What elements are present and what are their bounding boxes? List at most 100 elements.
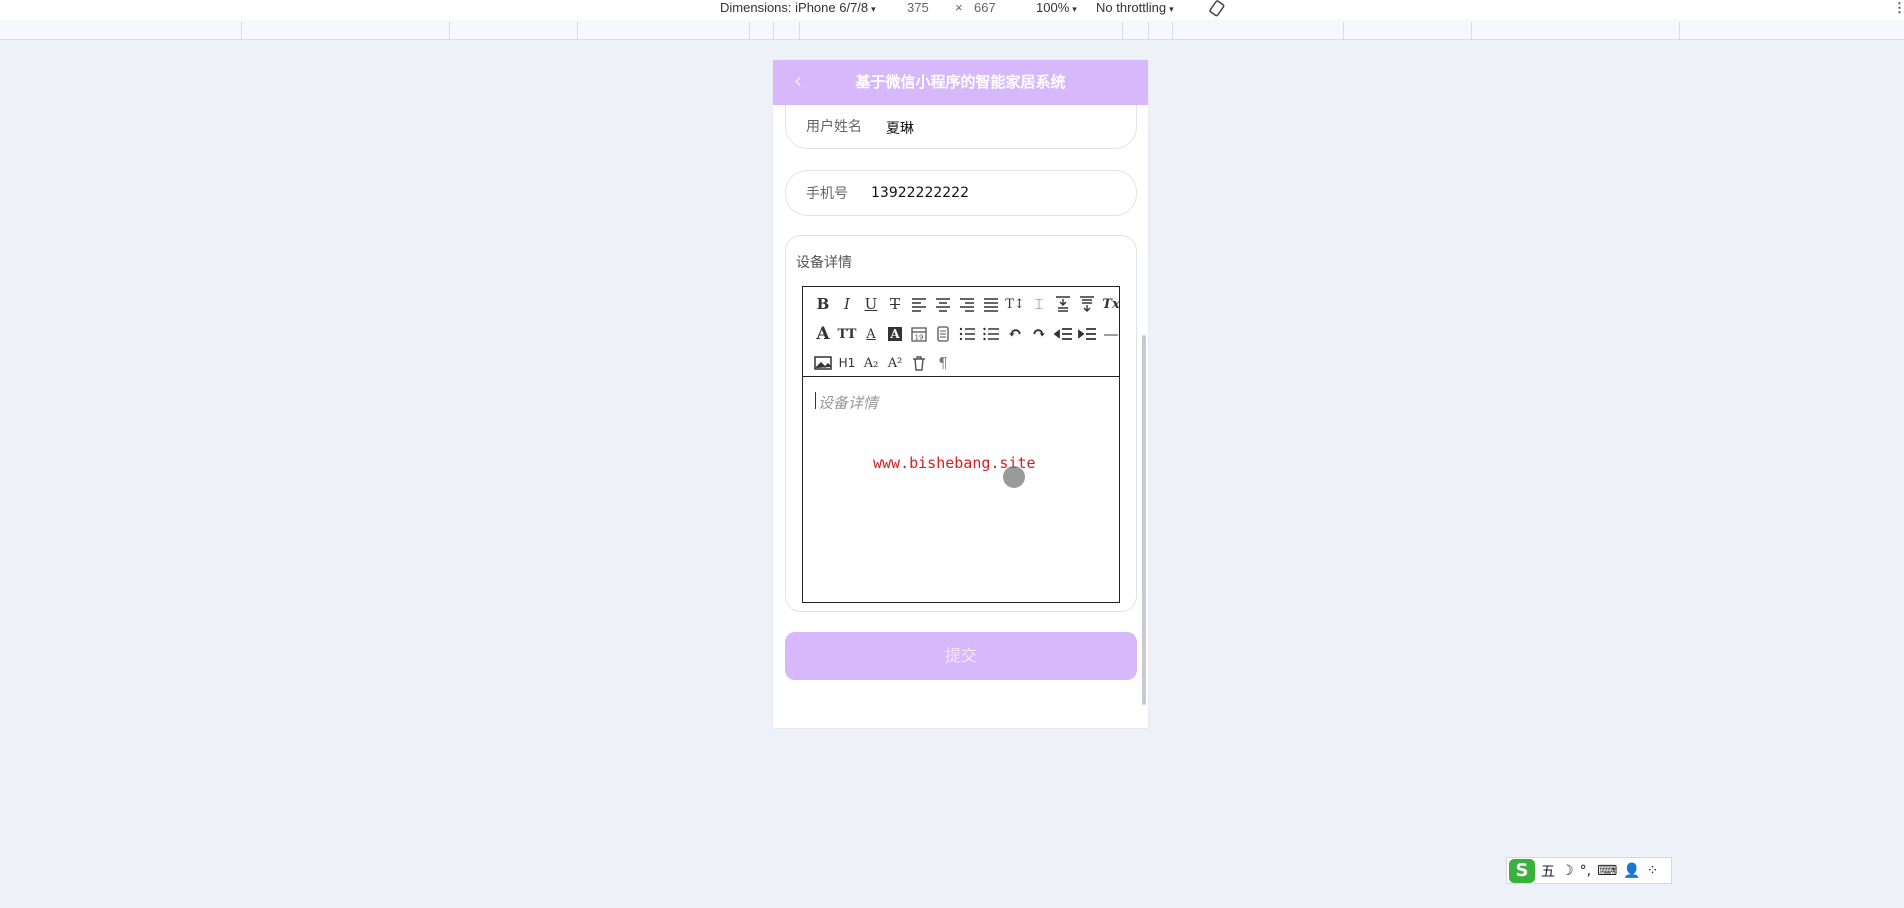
navigation-bar: ‹ 基于微信小程序的智能家居系统 xyxy=(773,60,1148,105)
strikethrough-glyph: T xyxy=(889,295,900,313)
touch-cursor-icon xyxy=(1003,466,1025,488)
ime-mode[interactable]: 五 xyxy=(1541,861,1555,881)
keyboard-icon[interactable]: ⌨ xyxy=(1597,863,1617,879)
paragraph-glyph: ¶ xyxy=(938,354,948,372)
redo-icon[interactable]: ↷ xyxy=(1027,322,1051,346)
chevron-down-icon: ▾ xyxy=(1169,4,1174,14)
chevron-down-icon: ▾ xyxy=(871,4,876,14)
width-input[interactable]: 375 xyxy=(907,0,929,16)
text-caret xyxy=(815,392,816,409)
heading-icon[interactable]: H1 xyxy=(835,351,859,375)
undo-glyph: ↶ xyxy=(1007,324,1023,344)
bold-glyph: B xyxy=(816,295,830,313)
image-icon[interactable] xyxy=(811,351,835,375)
align-center-icon[interactable] xyxy=(931,292,955,316)
username-input[interactable]: 夏琳 xyxy=(886,118,914,138)
letter-spacing-icon[interactable]: ⌶ xyxy=(1027,292,1051,316)
font-size-icon[interactable]: TT xyxy=(835,322,859,346)
device-detail-section: 设备详情 B I U T T↕ ⌶ Tx A TT A A 19 ↶ ↷ — H1 A₂ A² ¶ 设备详情 w… xyxy=(785,235,1137,612)
undo-icon[interactable]: ↶ xyxy=(1003,322,1027,346)
dimensions-dropdown[interactable]: Dimensions: iPhone 6/7/8 ▾ xyxy=(720,0,876,17)
phone-field[interactable]: 手机号 13922222222 xyxy=(785,170,1137,216)
editor-toolbar: B I U T T↕ ⌶ Tx A TT A A 19 ↶ ↷ — H1 A₂ A² ¶ xyxy=(803,287,1120,377)
superscript-glyph: A² xyxy=(887,355,903,371)
devtools-device-toolbar: Dimensions: iPhone 6/7/8 ▾ 375 × 667 100%… xyxy=(0,0,1904,20)
ruler-tick xyxy=(749,22,750,39)
moon-icon[interactable]: ☽ xyxy=(1561,863,1574,879)
more-options-icon[interactable]: ⋮ xyxy=(1893,0,1904,16)
username-field[interactable]: 用户姓名 夏琳 xyxy=(785,105,1137,149)
ruler-tick xyxy=(241,22,242,39)
dimensions-label: Dimensions: iPhone 6/7/8 xyxy=(720,0,869,15)
align-justify-icon[interactable] xyxy=(979,292,1003,316)
bold-icon[interactable]: B xyxy=(811,292,835,316)
device-detail-label: 设备详情 xyxy=(796,255,852,271)
strikethrough-icon[interactable]: T xyxy=(883,292,907,316)
date-icon[interactable]: 19 xyxy=(907,322,931,346)
underline-icon[interactable]: U xyxy=(859,292,883,316)
divider-icon[interactable]: — xyxy=(1099,322,1123,346)
italic-icon[interactable]: I xyxy=(835,292,859,316)
underline-glyph: U xyxy=(864,295,878,313)
phone-label: 手机号 xyxy=(806,186,848,202)
sogou-logo-icon[interactable]: S xyxy=(1509,858,1535,883)
apps-icon[interactable]: ⁘ xyxy=(1647,863,1659,879)
phone-input[interactable]: 13922222222 xyxy=(871,185,969,201)
subscript-glyph: A₂ xyxy=(863,355,879,371)
rotate-icon[interactable] xyxy=(1208,0,1226,18)
bullet-list-icon[interactable] xyxy=(979,322,1003,346)
margin-top-icon[interactable] xyxy=(1051,292,1075,316)
background-color-icon[interactable]: A xyxy=(883,322,907,346)
back-icon[interactable]: ‹ xyxy=(785,68,811,96)
ruler-tick xyxy=(1471,22,1472,39)
letter-spacing-glyph: ⌶ xyxy=(1034,295,1044,313)
italic-glyph: I xyxy=(844,295,850,313)
username-label: 用户姓名 xyxy=(806,119,862,135)
heading-glyph: H1 xyxy=(838,356,856,370)
ruler-tick xyxy=(1122,22,1123,39)
margin-bottom-icon[interactable] xyxy=(1075,292,1099,316)
ruler-tick xyxy=(1148,22,1149,39)
zoom-label: 100% xyxy=(1036,0,1070,15)
align-right-icon[interactable] xyxy=(955,292,979,316)
ruler-tick xyxy=(1679,22,1680,39)
subscript-icon[interactable]: A₂ xyxy=(859,351,883,375)
ime-toolbar: S 五 ☽ °, ⌨ 👤 ⁘ xyxy=(1506,857,1672,884)
outdent-icon[interactable] xyxy=(1051,322,1075,346)
user-icon[interactable]: 👤 xyxy=(1623,863,1640,879)
checklist-icon[interactable] xyxy=(931,322,955,346)
media-query-ruler xyxy=(0,20,1904,40)
throttling-dropdown[interactable]: No throttling ▾ xyxy=(1096,0,1174,17)
ruler-tick xyxy=(799,22,800,39)
height-input[interactable]: 667 xyxy=(974,0,996,16)
ordered-list-icon[interactable] xyxy=(955,322,979,346)
line-height-icon[interactable]: T↕ xyxy=(1003,292,1027,316)
font-family-icon[interactable]: A xyxy=(811,322,835,346)
redo-glyph: ↷ xyxy=(1031,324,1047,344)
scrollbar[interactable] xyxy=(1142,335,1146,705)
delete-icon[interactable] xyxy=(907,351,931,375)
font-color-icon[interactable]: A xyxy=(859,322,883,346)
align-left-icon[interactable] xyxy=(907,292,931,316)
editor-content-area[interactable]: 设备详情 www.bishebang.site xyxy=(803,378,1119,602)
ruler-tick xyxy=(577,22,578,39)
clear-format-icon[interactable]: Tx xyxy=(1099,292,1123,316)
svg-text:19: 19 xyxy=(915,334,924,342)
submit-button[interactable]: 提交 xyxy=(785,632,1137,680)
background-color-glyph: A xyxy=(888,327,902,341)
editor-placeholder: 设备详情 xyxy=(818,394,879,412)
chevron-down-icon: ▾ xyxy=(1072,4,1077,14)
font-family-glyph: A xyxy=(816,324,830,344)
paragraph-icon[interactable]: ¶ xyxy=(931,351,955,375)
superscript-icon[interactable]: A² xyxy=(883,351,907,375)
ruler-tick xyxy=(1343,22,1344,39)
punctuation-icon[interactable]: °, xyxy=(1580,863,1591,879)
rich-text-editor[interactable]: B I U T T↕ ⌶ Tx A TT A A 19 ↶ ↷ — H1 A₂ A² ¶ 设备详情 www.bi… xyxy=(802,286,1120,603)
toolbar-row: B I U T T↕ ⌶ Tx xyxy=(811,292,1123,318)
ruler-tick xyxy=(449,22,450,39)
zoom-dropdown[interactable]: 100% ▾ xyxy=(1036,0,1077,17)
indent-icon[interactable] xyxy=(1075,322,1099,346)
throttling-label: No throttling xyxy=(1096,0,1167,15)
page-title: 基于微信小程序的智能家居系统 xyxy=(855,73,1066,91)
toolbar-row: H1 A₂ A² ¶ xyxy=(811,351,955,377)
